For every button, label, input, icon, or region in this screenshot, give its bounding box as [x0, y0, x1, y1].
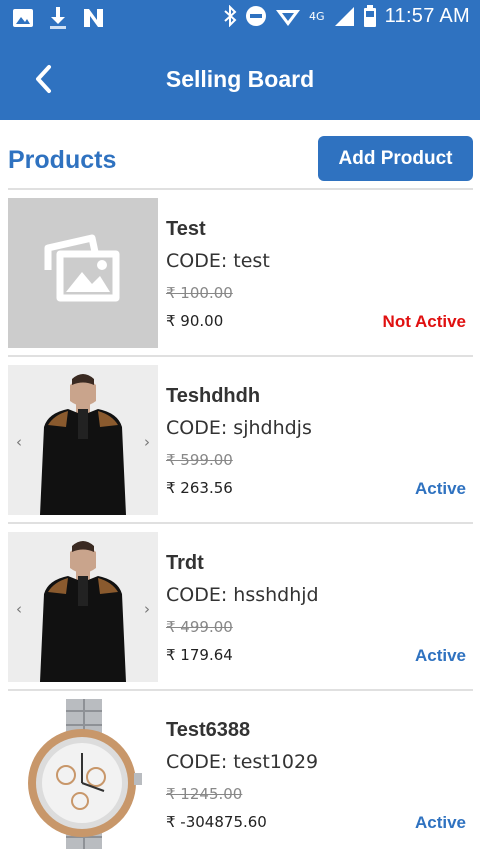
gallery-notification-icon: [13, 9, 33, 27]
product-thumbnail: ‹ ›: [8, 365, 158, 515]
product-code: CODE: sjhdhdjs: [166, 417, 312, 439]
divider: [8, 522, 473, 524]
network-type-label: 4G: [309, 9, 325, 23]
chevron-left-icon[interactable]: ‹: [16, 433, 22, 451]
product-name: Test: [166, 218, 206, 240]
chevron-left-icon[interactable]: ‹: [16, 600, 22, 618]
chevron-right-icon[interactable]: ›: [144, 600, 150, 618]
status-time: 11:57 AM: [384, 4, 470, 27]
product-mrp: ₹ 599.00: [166, 451, 233, 469]
do-not-disturb-icon: [246, 6, 267, 26]
product-price: ₹ 263.56: [166, 479, 233, 497]
product-price: ₹ 90.00: [166, 312, 224, 330]
wifi-icon: [276, 10, 301, 26]
status-bar: 4G 11:57 AM: [0, 0, 480, 36]
product-mrp: ₹ 1245.00: [166, 785, 243, 803]
status-badge: Active: [414, 479, 466, 498]
status-badge: Active: [414, 646, 466, 665]
product-name: Test6388: [166, 719, 251, 741]
add-product-button[interactable]: Add Product: [318, 136, 473, 181]
product-price: ₹ 179.64: [166, 646, 233, 664]
bluetooth-icon: [224, 5, 237, 27]
divider: [8, 355, 473, 357]
product-code: CODE: test1029: [166, 751, 319, 773]
app-bar: Selling Board: [0, 36, 480, 120]
status-badge: Not Active: [382, 312, 466, 331]
product-price: ₹ -304875.60: [166, 813, 267, 831]
status-badge: Active: [414, 813, 466, 832]
product-row[interactable]: ‹ › Trdt CODE: hsshdhjd ₹ 499.00 ₹ 179.6…: [8, 532, 473, 682]
watch-photo: [28, 699, 142, 849]
signal-icon: [334, 7, 354, 26]
download-notification-icon: [50, 7, 66, 29]
product-row[interactable]: Test6388 CODE: test1029 ₹ 1245.00 ₹ -304…: [8, 699, 473, 849]
placeholder-image-icon: [44, 234, 120, 302]
product-mrp: ₹ 100.00: [166, 284, 233, 302]
product-code: CODE: test: [166, 250, 270, 272]
product-code: CODE: hsshdhjd: [166, 584, 319, 606]
divider: [8, 188, 473, 190]
product-row[interactable]: Test CODE: test ₹ 100.00 ₹ 90.00 Not Act…: [8, 198, 473, 348]
chevron-right-icon[interactable]: ›: [144, 433, 150, 451]
sweater-photo: [8, 365, 158, 515]
product-thumbnail: ‹ ›: [8, 532, 158, 682]
battery-icon: [363, 5, 376, 27]
n-app-notification-icon: [84, 9, 103, 27]
sweater-photo: [8, 532, 158, 682]
products-heading: Products: [8, 146, 117, 174]
page-title: Selling Board: [165, 66, 315, 92]
product-row[interactable]: ‹ › Teshdhdh CODE: sjhdhdjs ₹ 599.00 ₹ 2…: [8, 365, 473, 515]
divider: [8, 689, 473, 691]
product-thumbnail: [8, 198, 158, 348]
product-name: Trdt: [166, 552, 204, 574]
product-thumbnail: [8, 699, 158, 849]
product-mrp: ₹ 499.00: [166, 618, 233, 636]
product-name: Teshdhdh: [166, 385, 261, 407]
